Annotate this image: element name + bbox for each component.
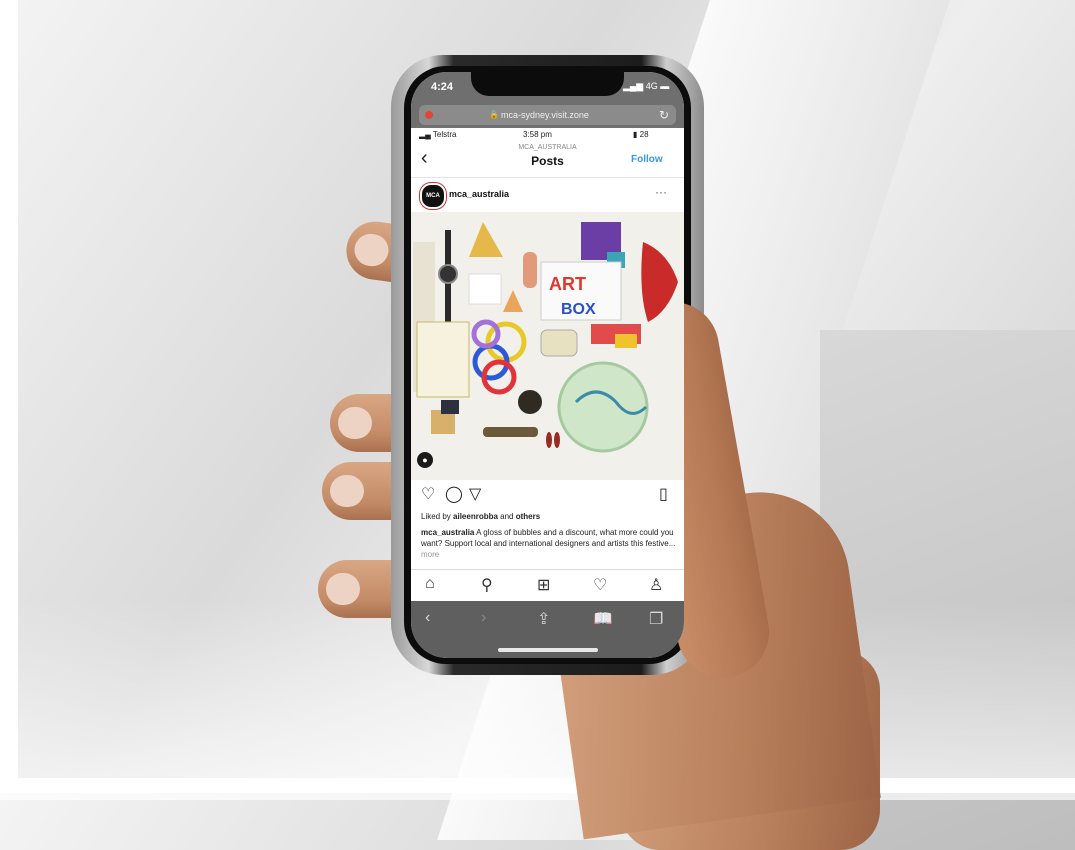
search-icon[interactable]: ⚲ <box>481 575 493 595</box>
user-tag-icon[interactable]: ● <box>417 452 433 468</box>
send-icon[interactable]: ▽ <box>469 484 481 504</box>
status-signal: ▂▄▆ 4G ▬ <box>623 81 670 91</box>
heart-icon[interactable]: ♡ <box>421 484 435 504</box>
plate-shape <box>557 361 649 453</box>
account-name: MCA_AUSTRALIA <box>518 144 577 151</box>
reload-icon[interactable]: ↻ <box>659 108 669 122</box>
phone-screen: 4:24 ▂▄▆ 4G ▬ 🔒 mca-sydney.visit.zone ↻ … <box>411 72 684 658</box>
lock-icon: 🔒 <box>489 110 499 119</box>
follow-button[interactable]: Follow <box>631 154 663 165</box>
comment-icon[interactable]: ◯ <box>445 484 463 504</box>
battery-indicator: ▮ 28 <box>633 130 649 139</box>
instagram-tab-bar: ⌂ ⚲ ⊞ ♡ ♙ <box>411 569 684 602</box>
url-field[interactable]: 🔒 mca-sydney.visit.zone ↻ <box>419 105 676 125</box>
post-caption: mca_australia A gloss of bubbles and a d… <box>421 528 676 559</box>
liked-by-text: Liked by aileenrobba and others <box>421 512 541 521</box>
instagram-status-time: 3:58 pm <box>523 130 552 139</box>
add-post-icon[interactable]: ⊞ <box>537 575 550 595</box>
post-image-collage: ART BOX <box>411 212 684 480</box>
tabs-icon[interactable]: ❐ <box>649 609 663 629</box>
back-icon[interactable]: ‹ <box>425 609 430 627</box>
status-time: 4:24 <box>431 81 454 93</box>
bookmarks-icon[interactable]: 📖 <box>593 609 613 629</box>
post-actions: ♡ ◯ ▽ ▯ <box>411 482 684 504</box>
caption-more-link[interactable]: more <box>421 550 439 559</box>
more-options-icon[interactable]: ··· <box>655 185 667 199</box>
post-image[interactable]: ART BOX ● <box>411 212 684 480</box>
browser-toolbar: ‹ › ⇪ 📖 ❐ <box>411 601 684 658</box>
phone-notch <box>471 72 624 96</box>
activity-icon[interactable]: ♡ <box>593 575 607 595</box>
post-username[interactable]: mca_australia <box>449 189 509 199</box>
image-border <box>0 778 1075 793</box>
record-indicator-icon <box>425 111 433 119</box>
instagram-header: ‹ MCA_AUSTRALIA Posts Follow <box>411 141 684 178</box>
carrier-label: ▂▄ Telstra <box>419 130 457 139</box>
instagram-status-bar: ▂▄ Telstra 3:58 pm ▮ 28 <box>411 129 684 141</box>
url-text: mca-sydney.visit.zone <box>501 110 589 120</box>
home-icon[interactable]: ⌂ <box>425 575 435 593</box>
avatar[interactable]: MCA <box>420 183 446 209</box>
home-indicator[interactable] <box>498 648 598 652</box>
share-icon[interactable]: ⇪ <box>537 609 550 629</box>
post-header: MCA mca_australia ··· <box>411 178 684 212</box>
profile-icon[interactable]: ♙ <box>649 575 663 595</box>
watch-shape <box>438 264 458 284</box>
forward-icon[interactable]: › <box>481 609 486 627</box>
bookmark-icon[interactable]: ▯ <box>659 484 668 504</box>
art-in-the-box-sign: ART <box>549 274 586 294</box>
image-border <box>0 0 18 793</box>
browser-address-bar: 🔒 mca-sydney.visit.zone ↻ <box>411 102 684 128</box>
svg-text:BOX: BOX <box>561 301 596 318</box>
